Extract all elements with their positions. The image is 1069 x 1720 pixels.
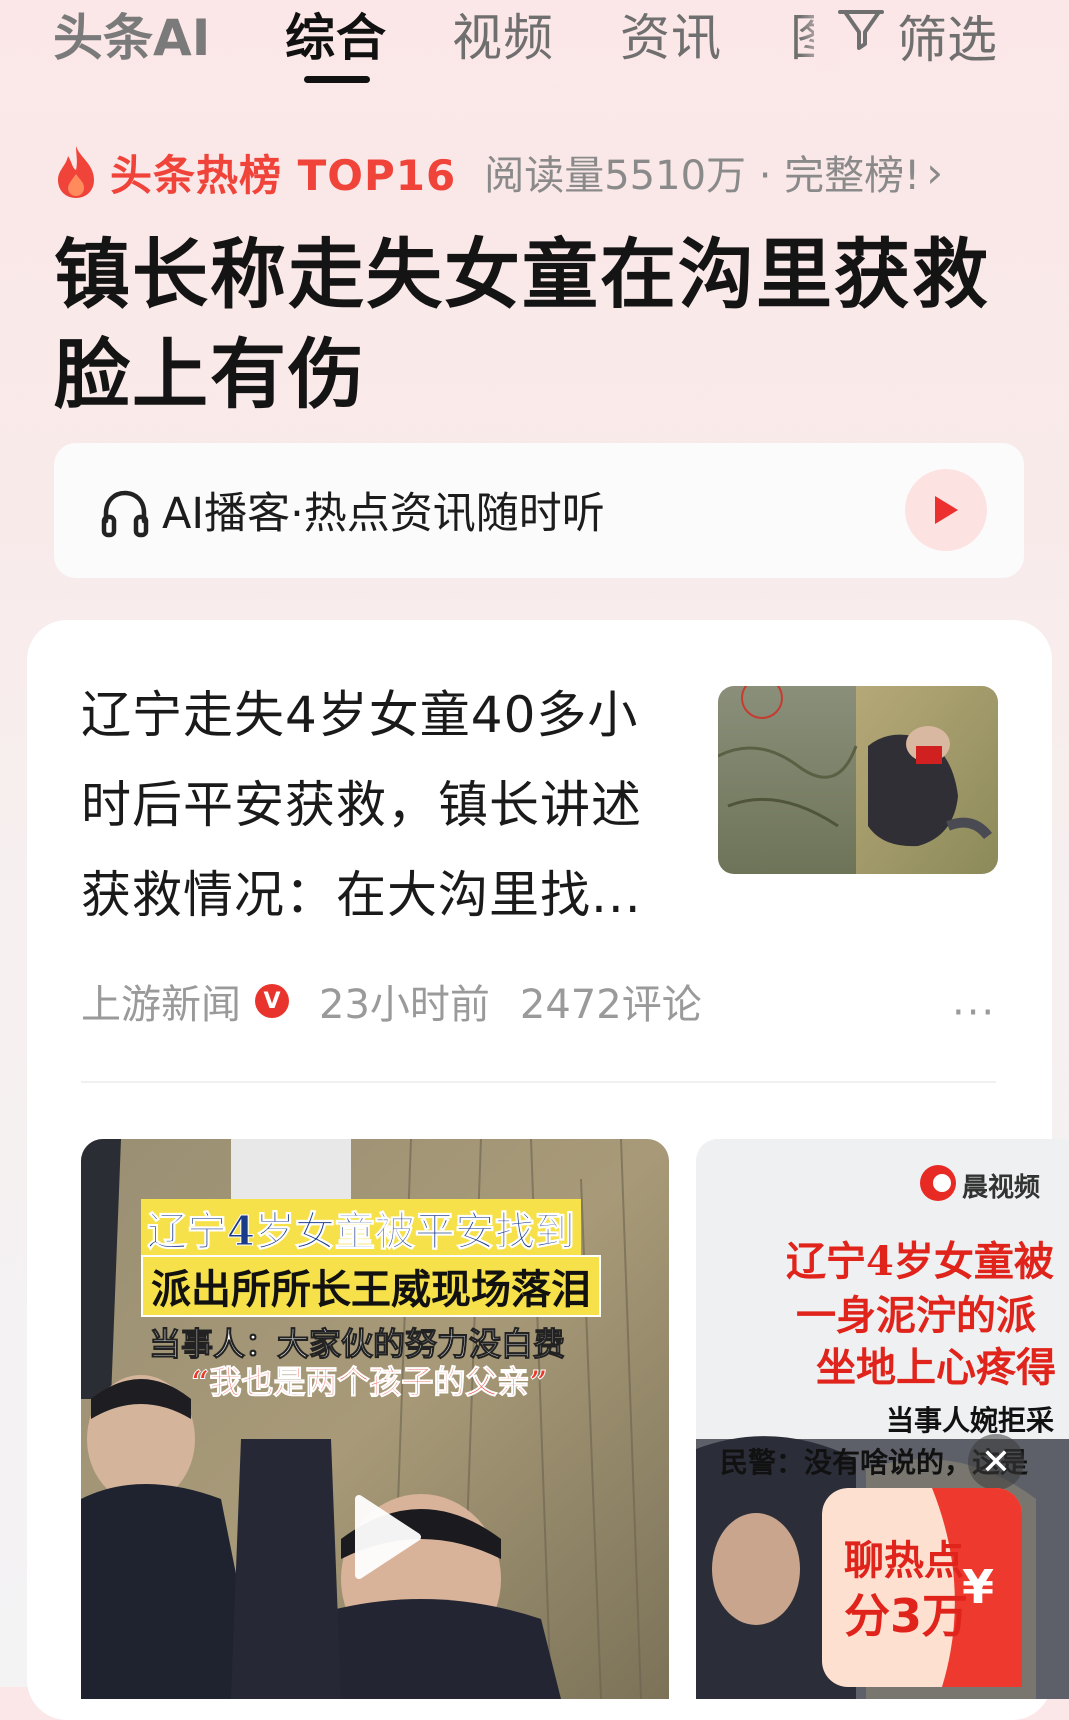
red-packet-promo[interactable]: 聊热点 分3万 ¥ bbox=[822, 1488, 1022, 1687]
hot-list-link[interactable]: 头条热榜 TOP16 阅读量5510万 · 完整榜! › bbox=[54, 140, 943, 204]
active-tab-indicator bbox=[304, 76, 370, 83]
flame-icon bbox=[58, 146, 94, 198]
video2-brand: 晨视频 bbox=[962, 1173, 1041, 1203]
close-icon[interactable]: ✕ bbox=[968, 1434, 1024, 1490]
video2-caption-3: 坐地上心疼得 bbox=[816, 1344, 1056, 1391]
podcast-label: AI播客·热点资讯随时听 bbox=[162, 489, 605, 539]
video1-caption-4: “我也是两个孩子的父亲” bbox=[191, 1363, 549, 1402]
article-thumbnail[interactable] bbox=[718, 686, 998, 874]
verified-badge-icon: V bbox=[255, 984, 289, 1018]
top-tab-bar: 头条AI 综合 视频 资讯 图 筛选 bbox=[0, 0, 1069, 95]
red-packet-line1: 聊热点 bbox=[844, 1538, 964, 1584]
article-title[interactable]: 辽宁走失4岁女童40多小时后平安获救，镇长讲述获救情况：在大沟里找... bbox=[81, 670, 681, 940]
hot-list-title: 头条热榜 TOP16 bbox=[110, 150, 457, 200]
yuan-icon: ¥ bbox=[962, 1560, 995, 1614]
filter-icon bbox=[835, 4, 887, 68]
card-divider bbox=[81, 1081, 996, 1083]
tab-fade bbox=[800, 0, 840, 70]
filter-label: 筛选 bbox=[897, 11, 997, 69]
video-thumbnail-1[interactable]: 辽宁4岁女童被平安找到 派出所所长王威现场落泪 当事人：大家伙的努力没白费 “我… bbox=[81, 1139, 669, 1699]
hot-list-meta: 阅读量5510万 · 完整榜! bbox=[484, 153, 921, 199]
more-options-icon[interactable]: ··· bbox=[952, 990, 996, 1036]
filter-button[interactable]: 筛选 bbox=[835, 0, 997, 72]
play-icon bbox=[935, 496, 958, 524]
ai-podcast-bar[interactable]: AI播客·热点资讯随时听 bbox=[54, 443, 1024, 578]
headphones-icon bbox=[101, 490, 149, 538]
podcast-play-button[interactable] bbox=[905, 469, 987, 551]
article-meta: 上游新闻 V 23小时前 2472评论 bbox=[81, 972, 702, 1030]
article-time: 23小时前 bbox=[319, 982, 490, 1028]
toutiao-ai-logo[interactable]: 头条AI bbox=[53, 0, 210, 70]
tab-video[interactable]: 视频 bbox=[452, 0, 554, 70]
video-play-button[interactable] bbox=[319, 1477, 439, 1597]
chevron-right-icon: › bbox=[926, 147, 943, 197]
video2-caption-2: 一身泥泞的派 bbox=[796, 1292, 1036, 1339]
play-icon bbox=[355, 1495, 421, 1579]
red-packet-line2: 分3万 bbox=[844, 1589, 969, 1643]
article-comment-count[interactable]: 2472评论 bbox=[520, 972, 702, 1030]
video1-caption-2: 派出所所长王威现场落泪 bbox=[141, 1255, 601, 1317]
video2-caption-4: 当事人婉拒采 bbox=[886, 1404, 1055, 1437]
hot-headline[interactable]: 镇长称走失女童在沟里获救脸上有伤 bbox=[54, 225, 1034, 425]
tab-comprehensive[interactable]: 综合 bbox=[285, 0, 387, 70]
video1-caption-1: 辽宁4岁女童被平安找到 bbox=[141, 1199, 581, 1257]
tab-news[interactable]: 资讯 bbox=[620, 0, 722, 70]
article-source[interactable]: 上游新闻 bbox=[81, 972, 241, 1030]
video2-caption-1: 辽宁4岁女童被 bbox=[786, 1238, 1054, 1285]
